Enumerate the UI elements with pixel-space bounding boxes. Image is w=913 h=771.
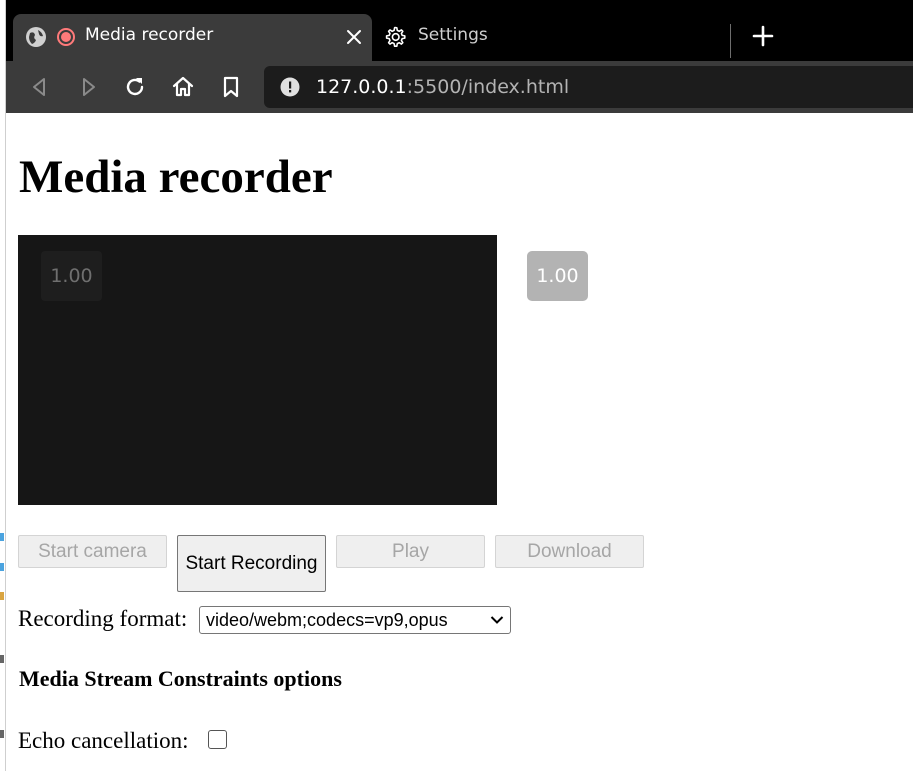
video-preview[interactable]: 1.00 — [18, 235, 497, 505]
strip-marker — [0, 655, 4, 663]
tab-bar: Media recorder Settings — [6, 0, 913, 61]
start-recording-button[interactable]: Start Recording — [177, 535, 326, 592]
forward-icon[interactable] — [75, 74, 101, 100]
play-button[interactable]: Play — [336, 535, 485, 568]
new-tab-icon[interactable] — [749, 22, 777, 50]
tab-title: Media recorder — [85, 25, 214, 45]
reload-icon[interactable] — [122, 74, 148, 100]
strip-marker — [0, 592, 4, 600]
page-content: Media recorder 1.00 1.00 Start camera St… — [6, 113, 913, 771]
tab-media-recorder[interactable]: Media recorder — [13, 14, 372, 61]
home-icon[interactable] — [170, 74, 196, 100]
download-button[interactable]: Download — [495, 535, 644, 568]
recording-format-value: video/webm;codecs=vp9,opus — [206, 610, 448, 630]
echo-cancellation-checkbox[interactable] — [208, 730, 227, 749]
url-text: 127.0.0.1:5500/index.html — [316, 76, 569, 98]
echo-cancellation-label: Echo cancellation: — [18, 728, 189, 753]
navigation-toolbar: 127.0.0.1:5500/index.html — [6, 61, 913, 113]
playback-rate-badge: 1.00 — [527, 251, 588, 301]
strip-marker — [0, 563, 4, 571]
start-camera-button[interactable]: Start camera — [18, 535, 167, 568]
playback-rate-overlay: 1.00 — [41, 251, 102, 301]
recording-indicator-icon — [57, 28, 75, 46]
bookmark-icon[interactable] — [218, 74, 244, 100]
gear-icon — [385, 26, 406, 47]
recording-format-select[interactable]: video/webm;codecs=vp9,opus — [199, 606, 511, 634]
globe-icon — [26, 27, 46, 47]
chevron-down-icon — [490, 616, 504, 624]
tab-settings[interactable]: Settings — [377, 14, 731, 61]
constraints-heading: Media Stream Constraints options — [19, 666, 342, 691]
tab-separator — [730, 24, 731, 58]
recording-format-label: Recording format: — [18, 606, 188, 631]
page-title: Media recorder — [19, 151, 333, 203]
site-info-icon[interactable] — [280, 77, 300, 97]
url-host: 127.0.0.1 — [316, 76, 407, 98]
strip-marker — [0, 730, 4, 738]
close-tab-icon[interactable] — [342, 25, 366, 49]
strip-marker — [0, 533, 4, 541]
address-bar[interactable]: 127.0.0.1:5500/index.html — [264, 66, 913, 108]
back-icon[interactable] — [27, 74, 53, 100]
tab-title: Settings — [418, 25, 488, 45]
url-path: :5500/index.html — [406, 76, 570, 98]
